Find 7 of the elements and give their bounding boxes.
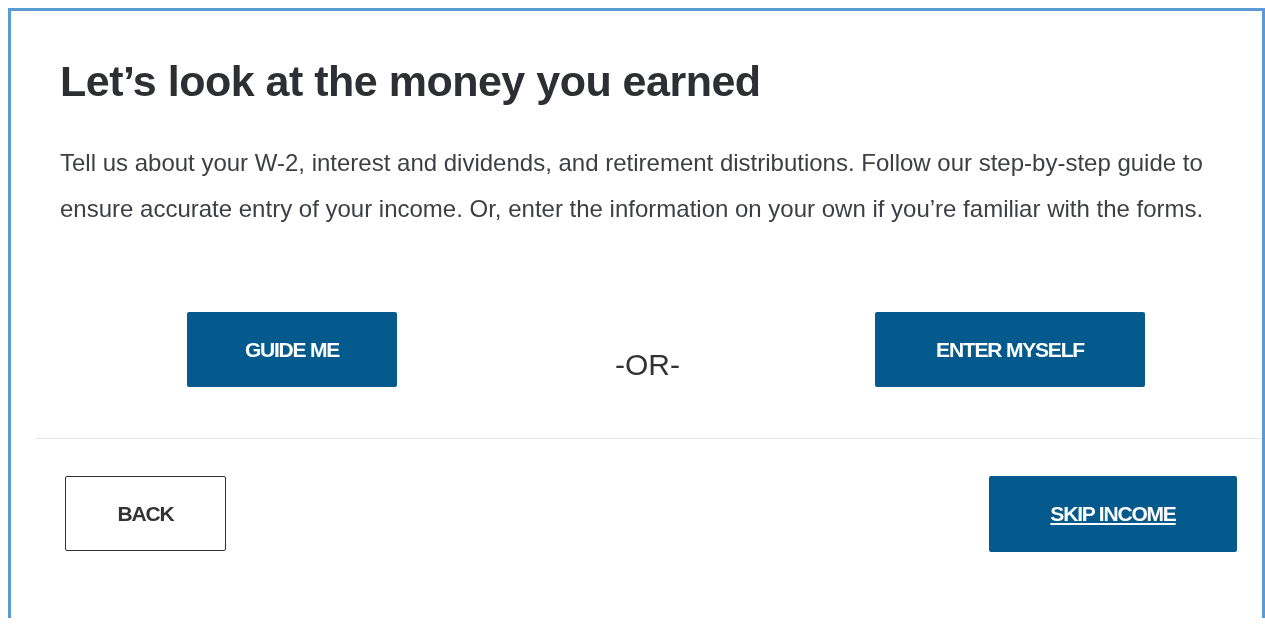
or-separator: -OR-	[615, 348, 681, 382]
guide-me-button[interactable]: GUIDE ME	[187, 312, 397, 387]
skip-button[interactable]: SKIP INCOME	[989, 476, 1237, 552]
enter-myself-button[interactable]: ENTER MYSELF	[875, 312, 1145, 387]
back-button[interactable]: BACK	[65, 476, 226, 551]
intro-paragraph: Tell us about your W-2, interest and dividends, and retirement distributions. Follow our step-by-step guide to ensure accurate entry of your income. Or, enter the information on your own if you’re familiar with the forms.	[60, 148, 1205, 224]
page-heading: Let’s look at the money you earned	[60, 57, 762, 106]
